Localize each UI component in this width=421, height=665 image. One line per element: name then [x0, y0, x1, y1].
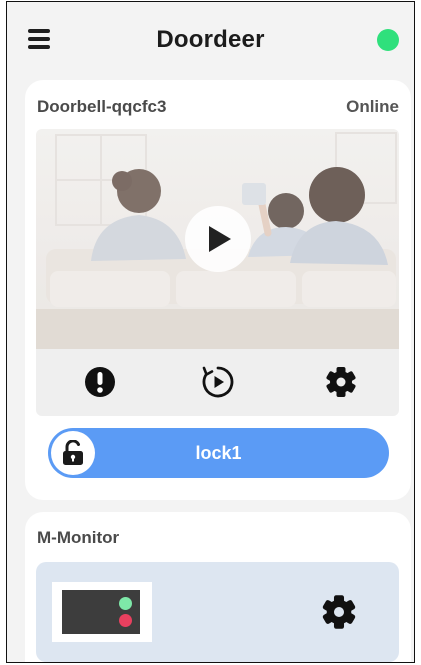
- monitor-device-thumbnail[interactable]: [52, 582, 152, 642]
- lock-control[interactable]: lock1: [48, 428, 389, 478]
- monitor-panel: [36, 562, 399, 662]
- playback-icon[interactable]: [201, 365, 235, 399]
- monitor-device-icon: [62, 590, 140, 634]
- page-title: Doordeer: [156, 26, 265, 53]
- device-name: M-Monitor: [37, 528, 120, 547]
- settings-gear-icon[interactable]: [324, 365, 358, 399]
- video-preview[interactable]: [36, 129, 399, 349]
- monitor-settings-gear-icon[interactable]: [320, 593, 358, 631]
- app-screen: Doordeer Doorbell-qqcfc3 Online lock1 M-…: [6, 1, 415, 663]
- device-status: Online: [346, 97, 399, 116]
- device-card-monitor: M-Monitor: [25, 512, 411, 662]
- device-name: Doorbell-qqcfc3: [37, 97, 167, 116]
- doorbell-actions-bar: [36, 349, 399, 416]
- red-led-indicator: [119, 614, 132, 627]
- green-led-indicator: [119, 597, 132, 610]
- play-icon: [209, 226, 231, 252]
- alert-icon[interactable]: [83, 365, 117, 399]
- connection-status-dot: [377, 29, 399, 51]
- lock-label: lock1: [195, 443, 242, 463]
- device-card-doorbell: Doorbell-qqcfc3 Online lock1: [25, 80, 411, 500]
- app-header: Doordeer: [7, 2, 414, 78]
- play-button[interactable]: [185, 206, 251, 272]
